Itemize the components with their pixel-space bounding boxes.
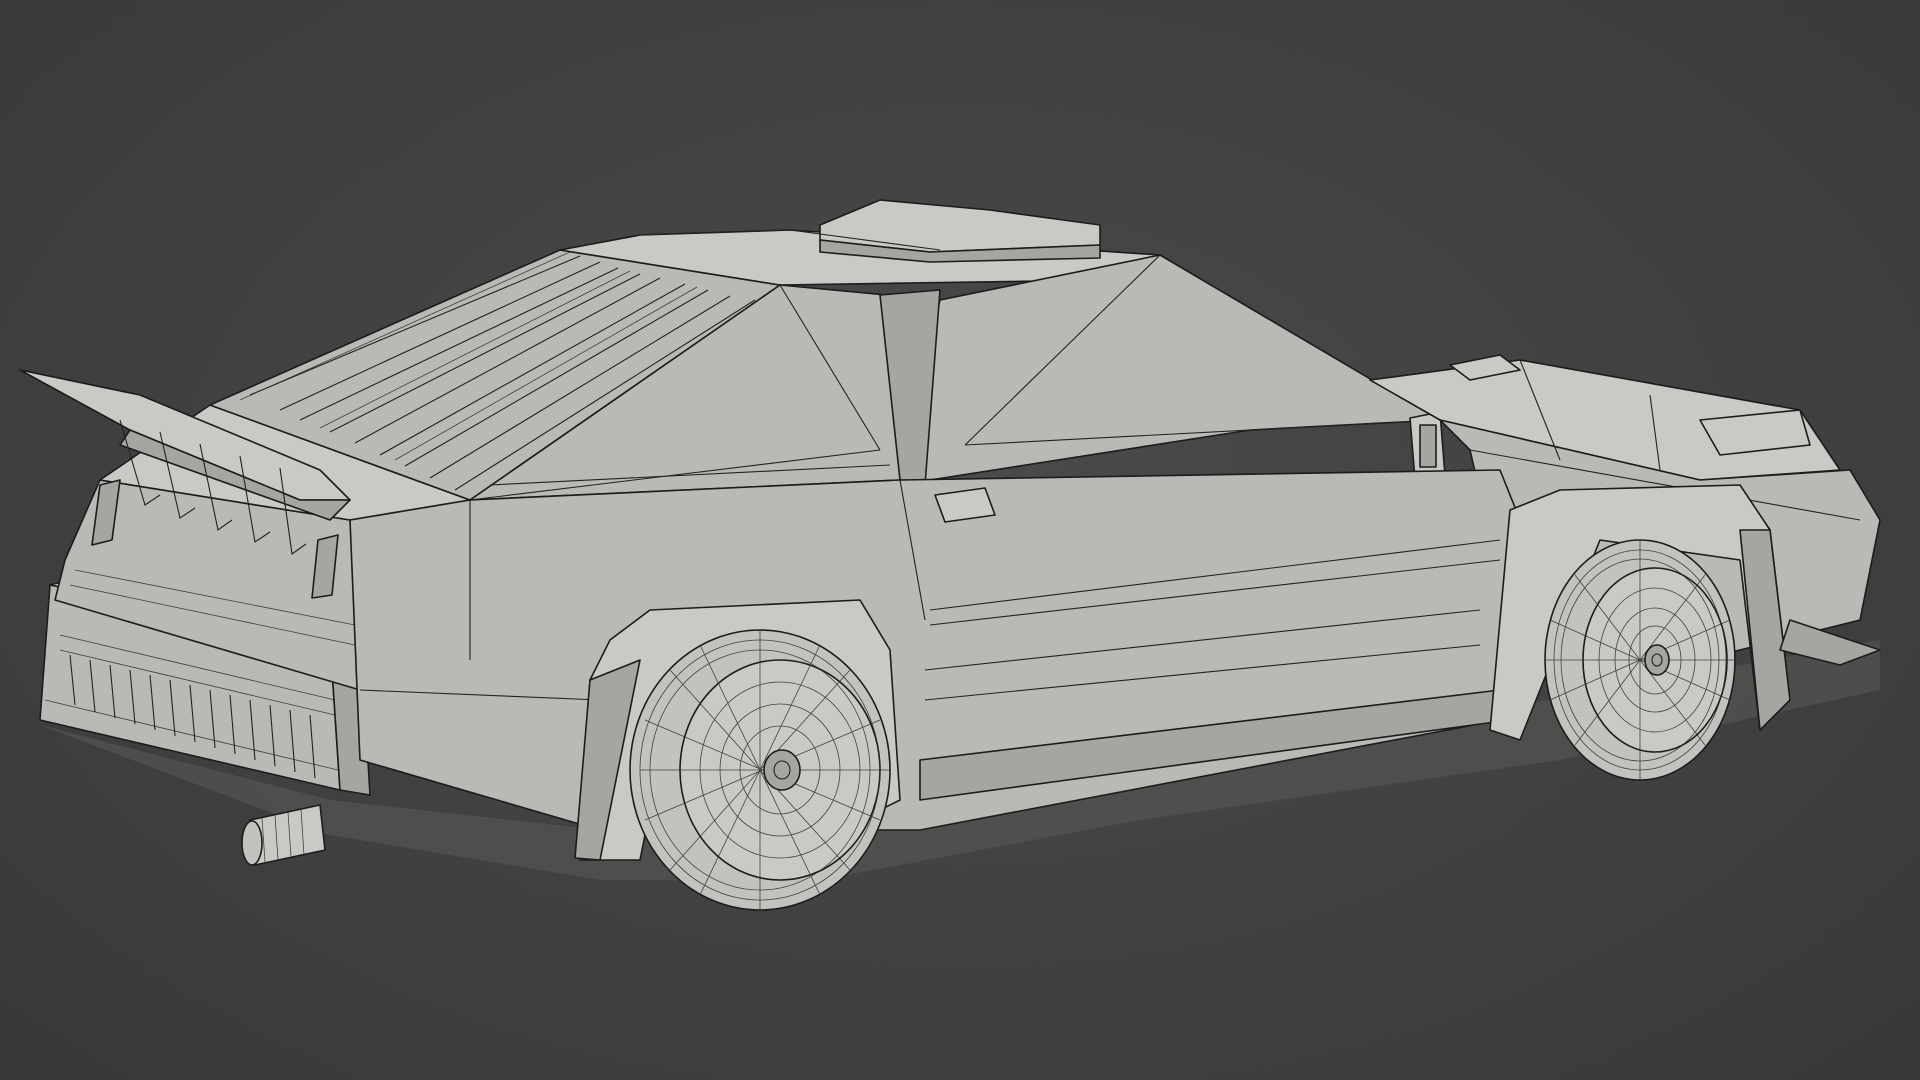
exhaust-pipe bbox=[241, 804, 326, 866]
car-model[interactable] bbox=[0, 0, 1920, 1080]
door-handle bbox=[934, 487, 996, 523]
front-wheel bbox=[1544, 539, 1736, 781]
rear-wheel bbox=[629, 629, 891, 911]
3d-viewport[interactable] bbox=[0, 0, 1920, 1080]
